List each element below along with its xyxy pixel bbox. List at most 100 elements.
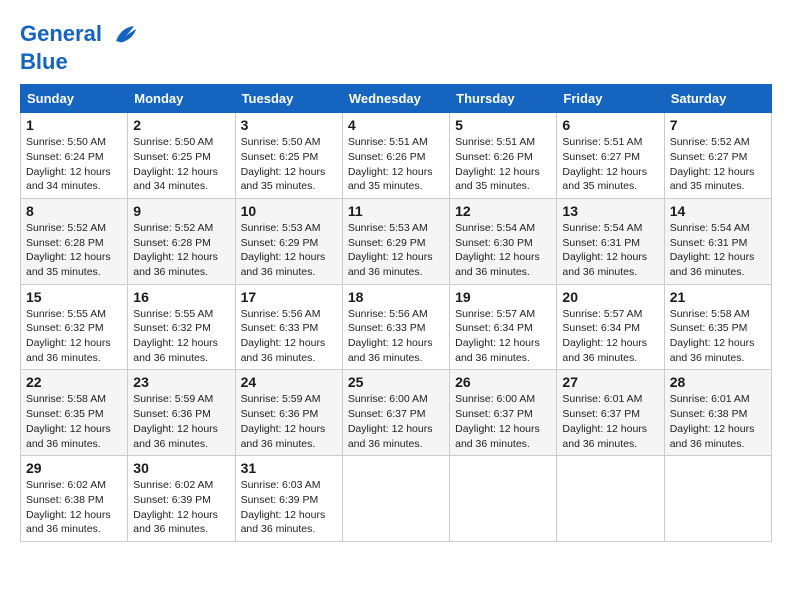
calendar-header-tuesday: Tuesday <box>235 85 342 113</box>
day-info: Sunrise: 5:55 AM Sunset: 6:32 PM Dayligh… <box>26 307 122 366</box>
day-number: 22 <box>26 374 122 390</box>
day-number: 29 <box>26 460 122 476</box>
day-number: 9 <box>133 203 229 219</box>
day-number: 24 <box>241 374 337 390</box>
calendar-header-thursday: Thursday <box>450 85 557 113</box>
day-info: Sunrise: 5:52 AM Sunset: 6:28 PM Dayligh… <box>26 221 122 280</box>
calendar-cell: 27 Sunrise: 6:01 AM Sunset: 6:37 PM Dayl… <box>557 370 664 456</box>
day-number: 8 <box>26 203 122 219</box>
calendar-cell: 13 Sunrise: 5:54 AM Sunset: 6:31 PM Dayl… <box>557 198 664 284</box>
page-header: General Blue <box>20 20 772 74</box>
day-info: Sunrise: 5:58 AM Sunset: 6:35 PM Dayligh… <box>670 307 766 366</box>
calendar-cell: 11 Sunrise: 5:53 AM Sunset: 6:29 PM Dayl… <box>342 198 449 284</box>
day-number: 31 <box>241 460 337 476</box>
day-info: Sunrise: 6:02 AM Sunset: 6:39 PM Dayligh… <box>133 478 229 537</box>
day-number: 3 <box>241 117 337 133</box>
calendar-header-saturday: Saturday <box>664 85 771 113</box>
calendar-cell <box>557 456 664 542</box>
day-number: 14 <box>670 203 766 219</box>
calendar-cell: 4 Sunrise: 5:51 AM Sunset: 6:26 PM Dayli… <box>342 113 449 199</box>
calendar-cell: 9 Sunrise: 5:52 AM Sunset: 6:28 PM Dayli… <box>128 198 235 284</box>
calendar-cell: 31 Sunrise: 6:03 AM Sunset: 6:39 PM Dayl… <box>235 456 342 542</box>
calendar-cell: 22 Sunrise: 5:58 AM Sunset: 6:35 PM Dayl… <box>21 370 128 456</box>
day-number: 10 <box>241 203 337 219</box>
calendar-header-friday: Friday <box>557 85 664 113</box>
logo-text: General Blue <box>20 20 140 74</box>
calendar-header-row: SundayMondayTuesdayWednesdayThursdayFrid… <box>21 85 772 113</box>
calendar-cell: 10 Sunrise: 5:53 AM Sunset: 6:29 PM Dayl… <box>235 198 342 284</box>
calendar-week-3: 15 Sunrise: 5:55 AM Sunset: 6:32 PM Dayl… <box>21 284 772 370</box>
day-info: Sunrise: 5:54 AM Sunset: 6:30 PM Dayligh… <box>455 221 551 280</box>
calendar-cell: 14 Sunrise: 5:54 AM Sunset: 6:31 PM Dayl… <box>664 198 771 284</box>
calendar-cell: 30 Sunrise: 6:02 AM Sunset: 6:39 PM Dayl… <box>128 456 235 542</box>
calendar-cell <box>450 456 557 542</box>
calendar-cell: 3 Sunrise: 5:50 AM Sunset: 6:25 PM Dayli… <box>235 113 342 199</box>
calendar-cell: 28 Sunrise: 6:01 AM Sunset: 6:38 PM Dayl… <box>664 370 771 456</box>
day-info: Sunrise: 5:50 AM Sunset: 6:25 PM Dayligh… <box>241 135 337 194</box>
day-number: 19 <box>455 289 551 305</box>
day-number: 27 <box>562 374 658 390</box>
day-number: 5 <box>455 117 551 133</box>
calendar-cell <box>664 456 771 542</box>
day-number: 2 <box>133 117 229 133</box>
calendar-cell: 1 Sunrise: 5:50 AM Sunset: 6:24 PM Dayli… <box>21 113 128 199</box>
day-info: Sunrise: 5:50 AM Sunset: 6:25 PM Dayligh… <box>133 135 229 194</box>
calendar-header-monday: Monday <box>128 85 235 113</box>
day-number: 15 <box>26 289 122 305</box>
calendar-header-sunday: Sunday <box>21 85 128 113</box>
calendar-cell: 21 Sunrise: 5:58 AM Sunset: 6:35 PM Dayl… <box>664 284 771 370</box>
logo: General Blue <box>20 20 140 74</box>
calendar-cell: 5 Sunrise: 5:51 AM Sunset: 6:26 PM Dayli… <box>450 113 557 199</box>
day-number: 28 <box>670 374 766 390</box>
calendar-cell: 17 Sunrise: 5:56 AM Sunset: 6:33 PM Dayl… <box>235 284 342 370</box>
day-info: Sunrise: 5:51 AM Sunset: 6:26 PM Dayligh… <box>455 135 551 194</box>
day-info: Sunrise: 5:52 AM Sunset: 6:28 PM Dayligh… <box>133 221 229 280</box>
day-info: Sunrise: 5:56 AM Sunset: 6:33 PM Dayligh… <box>241 307 337 366</box>
day-info: Sunrise: 6:03 AM Sunset: 6:39 PM Dayligh… <box>241 478 337 537</box>
calendar-cell <box>342 456 449 542</box>
day-number: 25 <box>348 374 444 390</box>
day-info: Sunrise: 6:01 AM Sunset: 6:38 PM Dayligh… <box>670 392 766 451</box>
day-info: Sunrise: 5:56 AM Sunset: 6:33 PM Dayligh… <box>348 307 444 366</box>
day-info: Sunrise: 5:59 AM Sunset: 6:36 PM Dayligh… <box>241 392 337 451</box>
calendar-cell: 15 Sunrise: 5:55 AM Sunset: 6:32 PM Dayl… <box>21 284 128 370</box>
calendar-cell: 23 Sunrise: 5:59 AM Sunset: 6:36 PM Dayl… <box>128 370 235 456</box>
calendar-week-5: 29 Sunrise: 6:02 AM Sunset: 6:38 PM Dayl… <box>21 456 772 542</box>
day-number: 20 <box>562 289 658 305</box>
calendar-cell: 6 Sunrise: 5:51 AM Sunset: 6:27 PM Dayli… <box>557 113 664 199</box>
day-info: Sunrise: 6:00 AM Sunset: 6:37 PM Dayligh… <box>455 392 551 451</box>
day-info: Sunrise: 5:57 AM Sunset: 6:34 PM Dayligh… <box>455 307 551 366</box>
day-info: Sunrise: 5:58 AM Sunset: 6:35 PM Dayligh… <box>26 392 122 451</box>
day-number: 12 <box>455 203 551 219</box>
calendar-cell: 2 Sunrise: 5:50 AM Sunset: 6:25 PM Dayli… <box>128 113 235 199</box>
day-number: 23 <box>133 374 229 390</box>
day-info: Sunrise: 5:57 AM Sunset: 6:34 PM Dayligh… <box>562 307 658 366</box>
day-info: Sunrise: 5:53 AM Sunset: 6:29 PM Dayligh… <box>348 221 444 280</box>
day-info: Sunrise: 5:54 AM Sunset: 6:31 PM Dayligh… <box>562 221 658 280</box>
calendar-cell: 24 Sunrise: 5:59 AM Sunset: 6:36 PM Dayl… <box>235 370 342 456</box>
calendar-cell: 20 Sunrise: 5:57 AM Sunset: 6:34 PM Dayl… <box>557 284 664 370</box>
day-info: Sunrise: 5:51 AM Sunset: 6:27 PM Dayligh… <box>562 135 658 194</box>
day-number: 18 <box>348 289 444 305</box>
calendar-cell: 8 Sunrise: 5:52 AM Sunset: 6:28 PM Dayli… <box>21 198 128 284</box>
day-info: Sunrise: 6:00 AM Sunset: 6:37 PM Dayligh… <box>348 392 444 451</box>
day-number: 1 <box>26 117 122 133</box>
calendar-cell: 29 Sunrise: 6:02 AM Sunset: 6:38 PM Dayl… <box>21 456 128 542</box>
day-info: Sunrise: 5:59 AM Sunset: 6:36 PM Dayligh… <box>133 392 229 451</box>
calendar-table: SundayMondayTuesdayWednesdayThursdayFrid… <box>20 84 772 542</box>
day-info: Sunrise: 5:50 AM Sunset: 6:24 PM Dayligh… <box>26 135 122 194</box>
day-info: Sunrise: 5:54 AM Sunset: 6:31 PM Dayligh… <box>670 221 766 280</box>
day-number: 13 <box>562 203 658 219</box>
calendar-cell: 16 Sunrise: 5:55 AM Sunset: 6:32 PM Dayl… <box>128 284 235 370</box>
day-number: 16 <box>133 289 229 305</box>
day-info: Sunrise: 5:53 AM Sunset: 6:29 PM Dayligh… <box>241 221 337 280</box>
calendar-cell: 7 Sunrise: 5:52 AM Sunset: 6:27 PM Dayli… <box>664 113 771 199</box>
day-number: 21 <box>670 289 766 305</box>
day-info: Sunrise: 5:55 AM Sunset: 6:32 PM Dayligh… <box>133 307 229 366</box>
day-info: Sunrise: 6:01 AM Sunset: 6:37 PM Dayligh… <box>562 392 658 451</box>
calendar-week-4: 22 Sunrise: 5:58 AM Sunset: 6:35 PM Dayl… <box>21 370 772 456</box>
day-number: 17 <box>241 289 337 305</box>
day-info: Sunrise: 6:02 AM Sunset: 6:38 PM Dayligh… <box>26 478 122 537</box>
day-info: Sunrise: 5:52 AM Sunset: 6:27 PM Dayligh… <box>670 135 766 194</box>
calendar-week-1: 1 Sunrise: 5:50 AM Sunset: 6:24 PM Dayli… <box>21 113 772 199</box>
